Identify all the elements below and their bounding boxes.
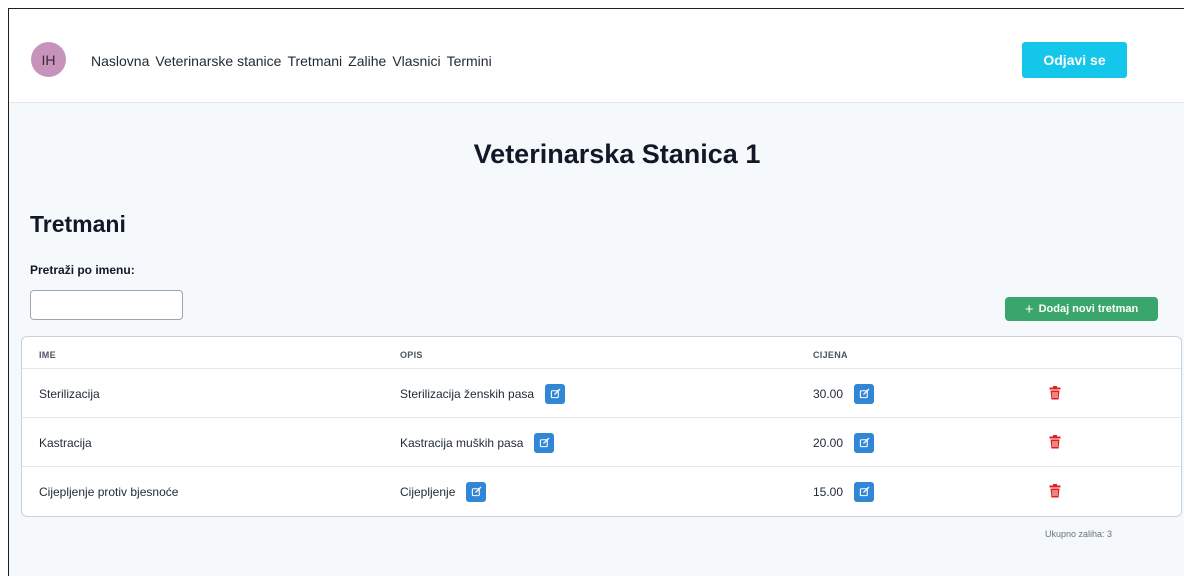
edit-description-button[interactable] [534, 432, 555, 453]
edit-icon [859, 388, 869, 399]
app-window: IH Naslovna Veterinarske stanice Tretman… [8, 8, 1184, 576]
description-cell: Cijepljenje [400, 467, 487, 516]
treatment-description: Kastracija muških pasa [400, 435, 524, 450]
edit-price-button[interactable] [854, 383, 875, 404]
edit-price-button[interactable] [854, 481, 875, 502]
treatment-price: 20.00 [813, 435, 844, 450]
add-treatment-button[interactable]: + Dodaj novi tretman [1005, 297, 1158, 321]
edit-icon [539, 437, 550, 448]
edit-icon [859, 437, 869, 448]
treatment-description: Cijepljenje [400, 484, 456, 499]
nav-links: Naslovna Veterinarske stanice Tretmani Z… [91, 53, 498, 69]
price-cell: 15.00 [813, 467, 875, 516]
search-label: Pretraži po imenu: [30, 263, 135, 277]
treatment-name: Sterilizacija [39, 386, 100, 401]
description-cell: Kastracija muških pasa [400, 418, 555, 467]
edit-icon [471, 486, 482, 497]
trash-icon[interactable] [1048, 386, 1062, 400]
treatments-table: IME OPIS CIJENA Sterilizacija Sterilizac… [21, 336, 1182, 517]
plus-icon: + [1024, 300, 1034, 318]
navbar: IH Naslovna Veterinarske stanice Tretman… [9, 9, 1184, 103]
nav-link-termini[interactable]: Termini [447, 53, 492, 69]
section-title: Tretmani [30, 211, 126, 237]
table-row: Sterilizacija Sterilizacija ženskih pasa… [22, 368, 1181, 417]
page-title: Veterinarska Stanica 1 [473, 139, 761, 169]
header-description: OPIS [400, 350, 423, 360]
trash-icon[interactable] [1048, 484, 1062, 498]
treatment-name: Kastracija [39, 435, 92, 450]
nav-link-veterinarske-stanice[interactable]: Veterinarske stanice [155, 53, 281, 69]
edit-icon [859, 486, 869, 497]
edit-description-button[interactable] [466, 481, 487, 502]
treatment-name: Cijepljenje protiv bjesnoće [39, 484, 179, 499]
treatment-price: 30.00 [813, 386, 844, 401]
nav-link-naslovna[interactable]: Naslovna [91, 53, 149, 69]
logout-button[interactable]: Odjavi se [1022, 42, 1127, 78]
nav-link-vlasnici[interactable]: Vlasnici [392, 53, 440, 69]
header-name: IME [39, 350, 56, 360]
nav-link-tretmani[interactable]: Tretmani [287, 53, 342, 69]
price-cell: 30.00 [813, 369, 875, 418]
search-input[interactable] [30, 290, 183, 320]
table-row: Cijepljenje protiv bjesnoće Cijepljenje … [22, 466, 1181, 515]
header-price: CIJENA [813, 350, 848, 360]
treatment-price: 15.00 [813, 484, 844, 499]
trash-icon[interactable] [1048, 435, 1062, 449]
treatment-description: Sterilizacija ženskih pasa [400, 386, 535, 401]
table-row: Kastracija Kastracija muških pasa 20.00 [22, 417, 1181, 466]
price-cell: 20.00 [813, 418, 875, 467]
description-cell: Sterilizacija ženskih pasa [400, 369, 566, 418]
nav-link-zalihe[interactable]: Zalihe [348, 53, 386, 69]
edit-price-button[interactable] [854, 432, 875, 453]
edit-icon [550, 388, 560, 399]
add-treatment-label: Dodaj novi tretman [1038, 303, 1139, 315]
avatar[interactable]: IH [31, 42, 66, 77]
edit-description-button[interactable] [545, 383, 566, 404]
total-count: Ukupno zaliha: 3 [1045, 529, 1113, 539]
